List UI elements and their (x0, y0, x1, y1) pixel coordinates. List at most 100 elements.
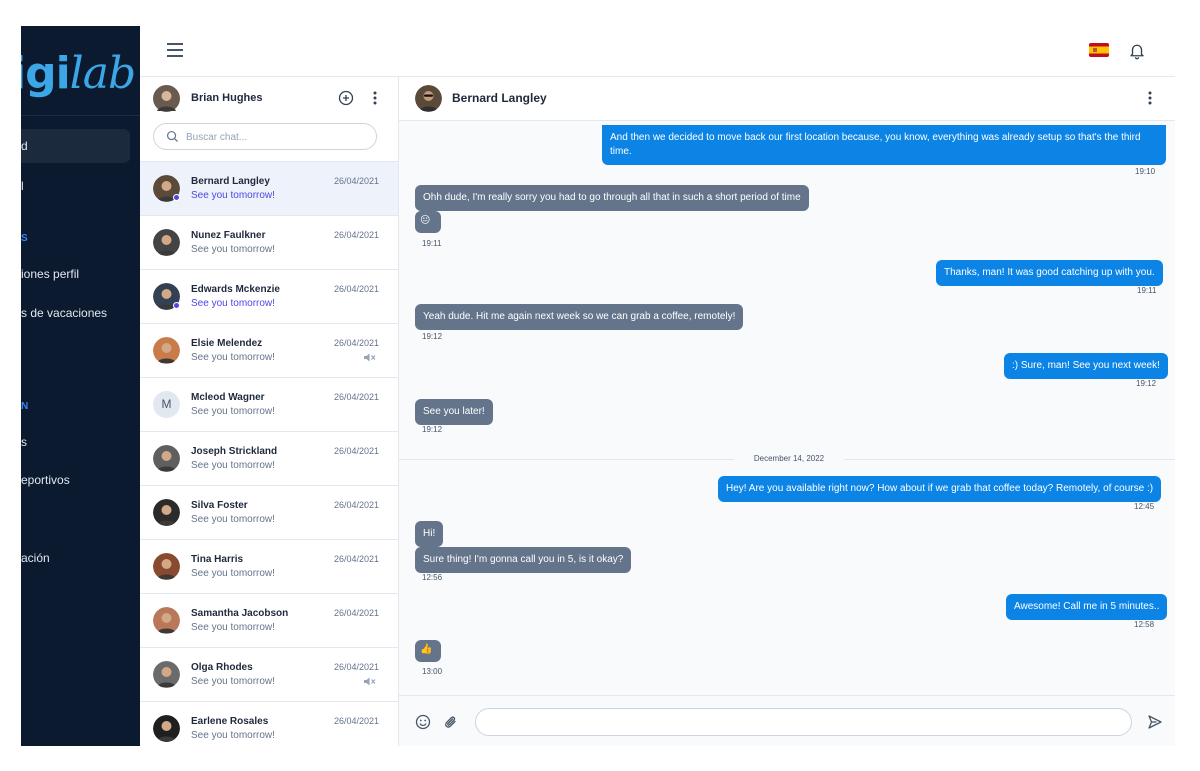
sidebar-item-profile-settings[interactable]: iones perfil (21, 257, 140, 291)
avatar (153, 337, 180, 364)
incoming-message: Hi! (415, 521, 444, 547)
message-time: 19:11 (422, 239, 442, 248)
sidebar-item-label: eportivos (21, 473, 70, 487)
chat-list-item-date: 26/04/2021 (334, 716, 380, 726)
outgoing-message: Thanks, man! It was good catching up wit… (936, 260, 1163, 286)
sidebar-item-label: ación (21, 551, 50, 565)
sidebar-item-admin[interactable]: s (21, 425, 140, 459)
message-time: 12:56 (422, 573, 443, 582)
bell-icon[interactable] (1128, 41, 1146, 60)
sidebar-item-label: iones perfil (21, 267, 80, 281)
message-list: And then we decided to move back our fir… (399, 121, 1175, 695)
chat-list-item-preview: See you tomorrow! (191, 406, 275, 417)
outgoing-message: Hey! Are you available right now? How ab… (718, 476, 1162, 502)
avatar (153, 553, 180, 580)
chat-list-item-name: Tina Harris (191, 554, 244, 565)
chat-list-item-name: Joseph Strickland (191, 446, 278, 457)
spain-flag-icon[interactable] (1089, 43, 1109, 57)
chat-list-item-preview: See you tomorrow! (191, 622, 275, 633)
chat-list-item-name: Mcleod Wagner (191, 392, 265, 403)
chat-list-item[interactable]: Bernard Langley See you tomorrow! 26/04/20… (140, 161, 398, 215)
current-user-name: Brian Hughes (191, 92, 263, 104)
chat-list-header: Brian Hughes (140, 77, 398, 121)
outgoing-message: And then we decided to move back our fir… (602, 125, 1166, 165)
chat-list-item-preview: See you tomorrow! (191, 298, 275, 309)
send-icon[interactable] (1147, 714, 1163, 730)
top-bar (140, 26, 1175, 77)
avatar: M (153, 391, 180, 418)
emoji-icon[interactable] (415, 714, 431, 730)
search-icon (166, 130, 179, 143)
chat-list-item[interactable]: Joseph Strickland See you tomorrow! 26/04/… (140, 431, 398, 485)
date-separator: December 14, 2022 (399, 452, 1175, 466)
sidebar-item-sports[interactable]: eportivos (21, 463, 140, 497)
incoming-message: See you later! (415, 399, 493, 425)
avatar[interactable] (153, 85, 180, 112)
search-input[interactable] (186, 128, 366, 146)
avatar[interactable] (415, 85, 442, 112)
sidebar-item-label: d (21, 139, 28, 153)
chat-list-item-preview: See you tomorrow! (191, 730, 275, 741)
message-input[interactable] (475, 708, 1132, 736)
chat-list-item-preview: See you tomorrow! (191, 352, 275, 363)
chat-list-item-date: 26/04/2021 (334, 608, 380, 618)
more-vertical-icon[interactable] (369, 90, 381, 106)
chat-list-item-date: 26/04/2021 (334, 392, 380, 402)
chat-panel: Bernard Langley And then we decided to m… (399, 77, 1175, 746)
message-time: 19:12 (422, 425, 443, 434)
incoming-message: 👍 (415, 640, 441, 662)
chat-list-item[interactable]: Silva Foster See you tomorrow! 26/04/2021 (140, 485, 398, 539)
chat-list-item[interactable]: Earlene Rosales See you tomorrow! 26/04/20… (140, 701, 398, 746)
sidebar-item-label: l (21, 179, 24, 193)
chat-list-item[interactable]: Elsie Melendez See you tomorrow! 26/04/202… (140, 323, 398, 377)
chat-list-item-name: Silva Foster (191, 500, 248, 511)
app-window: igilab d l S iones perfil s de vacacione… (0, 0, 1200, 771)
avatar (153, 445, 180, 472)
avatar (153, 607, 180, 634)
new-chat-plus-icon[interactable] (338, 90, 354, 106)
sidebar-item-dashboard[interactable]: d (21, 129, 130, 163)
sidebar-section-heading: S (21, 233, 29, 244)
incoming-message: 😐 (415, 211, 441, 233)
incoming-message: Yeah dude. Hit me again next week so we … (415, 304, 744, 330)
chat-list-item[interactable]: Edwards Mckenzie See you tomorrow! 26/04/2… (140, 269, 398, 323)
chat-list-item-name: Bernard Langley (191, 176, 270, 187)
sidebar-item-config[interactable]: ación (21, 541, 140, 575)
chat-list-item[interactable]: M Mcleod Wagner See you tomorrow! 26/04/202… (140, 377, 398, 431)
chat-list-item-preview: See you tomorrow! (191, 460, 275, 471)
sidebar-item-vacation-requests[interactable]: s de vacaciones (21, 296, 140, 330)
muted-speaker-icon (364, 677, 376, 686)
sidebar-item-label: s (21, 435, 27, 449)
avatar (153, 715, 180, 742)
chat-list-item[interactable]: Olga Rhodes See you tomorrow! 26/04/2021 (140, 647, 398, 701)
chat-list-item-preview: See you tomorrow! (191, 568, 275, 579)
chat-list-item-date: 26/04/2021 (334, 446, 380, 456)
unread-indicator (173, 194, 180, 201)
search-box[interactable] (153, 123, 377, 150)
incoming-message: Ohh dude, I'm really sorry you had to go… (415, 185, 809, 211)
outgoing-message: :) Sure, man! See you next week! (1004, 353, 1168, 379)
unread-indicator (173, 302, 180, 309)
incoming-message: Sure thing! I'm gonna call you in 5, is … (415, 547, 632, 573)
avatar (153, 661, 180, 688)
message-time: 19:12 (1136, 379, 1157, 388)
chat-list-item[interactable]: Nunez Faulkner See you tomorrow! 26/04/202… (140, 215, 398, 269)
more-vertical-icon[interactable] (1144, 90, 1156, 106)
chat-list-item-name: Elsie Melendez (191, 338, 263, 349)
chat-list-item[interactable]: Samantha Jacobson See you tomorrow! 26/04/… (140, 593, 398, 647)
muted-speaker-icon (364, 353, 376, 362)
avatar (153, 229, 180, 256)
chat-list-item-date: 26/04/2021 (334, 176, 380, 186)
chat-list-panel: Brian Hughes Bernard Langley See you tomo… (140, 77, 399, 746)
date-separator-label: December 14, 2022 (753, 454, 825, 463)
paperclip-icon[interactable] (444, 714, 458, 730)
chat-list-item-date: 26/04/2021 (334, 284, 380, 294)
chat-list-item[interactable]: Tina Harris See you tomorrow! 26/04/2021 (140, 539, 398, 593)
message-time: 13:00 (422, 667, 443, 676)
sidebar-item-profile[interactable]: l (21, 169, 140, 203)
message-composer (399, 695, 1175, 746)
hamburger-menu-icon[interactable] (167, 43, 183, 57)
sidebar-item-label: s de vacaciones (21, 306, 108, 320)
message-time: 12:58 (1134, 620, 1155, 629)
chat-list-item-date: 26/04/2021 (334, 662, 380, 672)
